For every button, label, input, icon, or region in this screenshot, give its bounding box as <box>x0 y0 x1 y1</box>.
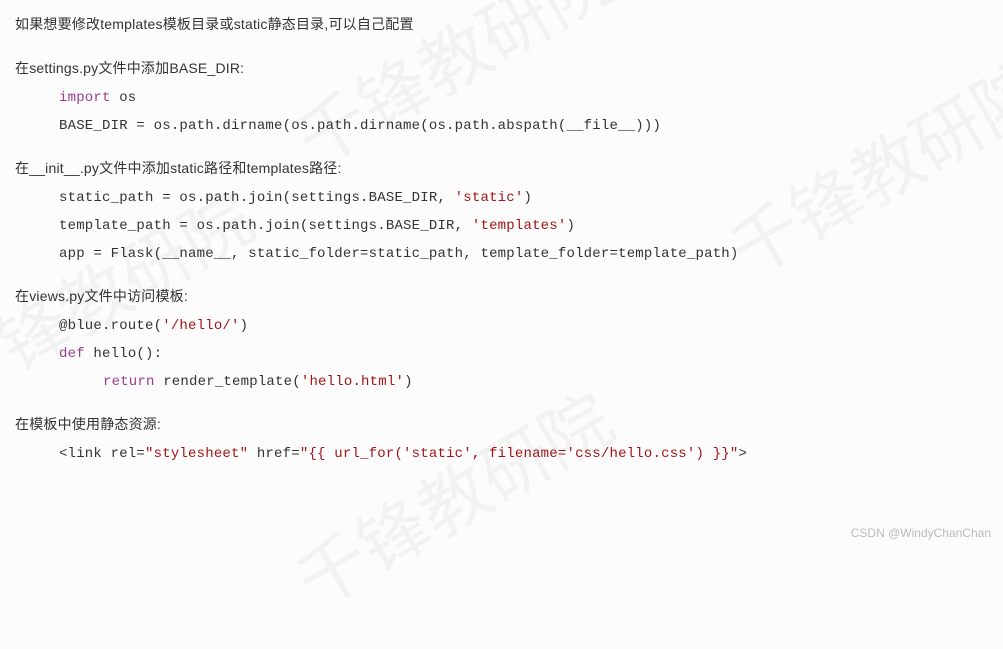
code-line-return: return render_template('hello.html') <box>15 368 988 396</box>
code-line-flask-app: app = Flask(__name__, static_folder=stat… <box>15 240 988 268</box>
code-line-def: def hello(): <box>15 340 988 368</box>
doc-line-template-heading: 在模板中使用静态资源: <box>15 410 988 440</box>
doc-line-intro: 如果想要修改templates模板目录或static静态目录,可以自己配置 <box>15 10 988 40</box>
doc-line-settings-heading: 在settings.py文件中添加BASE_DIR: <box>15 54 988 84</box>
doc-line-views-heading: 在views.py文件中访问模板: <box>15 282 988 312</box>
doc-line-init-heading: 在__init__.py文件中添加static路径和templates路径: <box>15 154 988 184</box>
code-line-static-path: static_path = os.path.join(settings.BASE… <box>15 184 988 212</box>
code-line-link: <link rel="stylesheet" href="{{ url_for(… <box>15 440 988 468</box>
code-line-basedir: BASE_DIR = os.path.dirname(os.path.dirna… <box>15 112 988 140</box>
code-line-route: @blue.route('/hello/') <box>15 312 988 340</box>
code-line-template-path: template_path = os.path.join(settings.BA… <box>15 212 988 240</box>
footer-credit: CSDN @WindyChanChan <box>851 521 991 545</box>
code-line-import: import os <box>15 84 988 112</box>
